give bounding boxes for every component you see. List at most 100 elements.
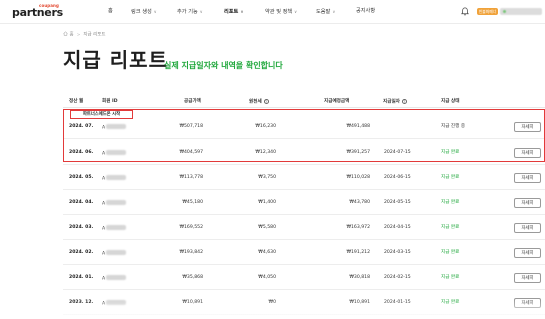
table-header: 정산 월 회원 ID 공급가액 원천세? 지급예정금액 지급일자? 지급 상태 <box>63 98 545 108</box>
pay-date-cell: 2024-02-15 <box>384 275 411 280</box>
nav-terms-policy[interactable]: 약관 및 정책 ∨ <box>265 8 297 16</box>
member-id-blur <box>106 200 127 205</box>
highlight-box <box>63 109 545 162</box>
pay-amount-cell: ₩30,818 <box>349 275 370 280</box>
user-id-blurred[interactable] <box>500 8 542 15</box>
supply-cell: ₩193,842 <box>179 250 203 255</box>
status-cell: 지급 완료 <box>441 300 460 305</box>
header-withholding-tax: 원천세? <box>249 99 269 106</box>
header-member-id: 회원 ID <box>102 99 118 104</box>
withholding-tax-cell: ₩4,630 <box>258 250 276 255</box>
member-id-prefix: A <box>102 251 106 257</box>
table-row: 2024. 05. ₩113,778 ₩3,750 ₩110,028 2024-06-1… <box>63 165 545 190</box>
supply-cell: ₩10,891 <box>182 300 203 305</box>
member-id-prefix: A <box>102 226 106 232</box>
withholding-tax-cell: ₩4,050 <box>258 275 276 280</box>
status-cell: 지급 완료 <box>441 200 460 205</box>
nav-label: 약관 및 정책 <box>265 9 293 15</box>
breadcrumb-current: 지급 리포트 <box>83 32 106 38</box>
header-pay-amount: 지급예정금액 <box>324 99 350 104</box>
month-cell: 2024. 04. <box>69 200 94 205</box>
pay-date-cell: 2024-01-15 <box>384 300 411 305</box>
member-id-blur <box>106 300 127 305</box>
chevron-down-icon: ∨ <box>153 9 157 14</box>
pay-amount-cell: ₩43,780 <box>349 200 370 205</box>
info-icon[interactable]: ? <box>401 99 407 104</box>
chevron-down-icon: ∨ <box>199 9 203 14</box>
page-subtitle: 실제 지급일자와 내역을 확인합니다 <box>164 61 283 70</box>
table-row: 2024. 03. ₩169,552 ₩5,580 ₩163,972 2024-04-1… <box>63 215 545 240</box>
chevron-down-icon: ∨ <box>294 9 298 14</box>
top-navigation: coupang partners 홈 링크 생성 ∨ 추가 기능 ∨ 리포트 ∨ 약관… <box>0 0 545 24</box>
pay-date-cell: 2024-05-15 <box>384 200 411 205</box>
nav-label: 리포트 <box>224 9 239 15</box>
member-id-prefix: A <box>102 276 106 282</box>
chevron-down-icon: ∨ <box>332 9 336 14</box>
member-id-blur <box>106 175 127 180</box>
detail-button[interactable]: 자세히 <box>514 173 541 183</box>
detail-button[interactable]: 자세히 <box>514 298 541 308</box>
logo-text: partners <box>12 6 63 19</box>
bell-icon[interactable] <box>461 7 469 16</box>
withholding-tax-cell: ₩1,400 <box>258 200 276 205</box>
info-icon[interactable]: ? <box>263 99 269 104</box>
coupang-partners-logo[interactable]: coupang partners <box>12 3 64 21</box>
header-pay-date: 지급일자? <box>383 99 407 106</box>
pay-amount-cell: ₩163,972 <box>346 225 370 230</box>
nav-label: 도움말 <box>316 9 331 15</box>
member-id-prefix: A <box>102 201 106 207</box>
table-row: 2024. 02. ₩193,842 ₩4,630 ₩191,212 2024-03-1… <box>63 240 545 265</box>
table-row: 2024. 01. ₩35,868 ₩4,050 ₩30,818 2024-02-15 지… <box>63 265 545 290</box>
breadcrumb: 홈 > 지급 리포트 <box>63 31 106 39</box>
supply-cell: ₩35,868 <box>182 275 203 280</box>
supply-cell: ₩169,552 <box>179 225 203 230</box>
member-id-cell: A <box>102 175 127 183</box>
nav-label: 추가 기능 <box>177 9 198 15</box>
nav-extra-features[interactable]: 추가 기능 ∨ <box>177 8 203 16</box>
nav-label: 링크 생성 <box>131 9 152 15</box>
partners-addon-start-tag: 파트너스에드온 시작 <box>70 110 133 119</box>
nav-home[interactable]: 홈 <box>108 8 113 15</box>
month-cell: 2023. 12. <box>69 300 94 305</box>
pay-date-cell: 2024-04-15 <box>384 225 411 230</box>
member-id-blur <box>106 275 127 280</box>
nav-help[interactable]: 도움말 ∨ <box>316 8 335 16</box>
chevron-down-icon: ∨ <box>240 9 244 14</box>
nav-label: 홈 <box>108 8 113 14</box>
user-badge[interactable]: 빈불화폐너 <box>477 8 498 15</box>
withholding-tax-cell: ₩5,580 <box>258 225 276 230</box>
breadcrumb-home[interactable]: 홈 <box>69 33 73 38</box>
status-cell: 지급 완료 <box>441 175 460 180</box>
withholding-tax-cell: ₩0 <box>268 300 276 305</box>
header-status: 지급 상태 <box>441 99 460 104</box>
withholding-tax-cell: ₩3,750 <box>258 175 276 180</box>
member-id-cell: A <box>102 225 127 233</box>
detail-button[interactable]: 자세히 <box>514 273 541 283</box>
home-icon[interactable] <box>63 31 68 36</box>
member-id-blur <box>106 225 127 230</box>
nav-notice[interactable]: 공지사항 <box>356 8 375 15</box>
header-month: 정산 월 <box>69 99 84 104</box>
member-id-cell: A <box>102 200 127 208</box>
header-label: 원천세 <box>249 99 262 105</box>
month-cell: 2024. 05. <box>69 175 94 180</box>
page-title: 지급 리포트 <box>63 48 168 72</box>
member-id-blur <box>106 250 127 255</box>
nav-link-create[interactable]: 링크 생성 ∨ <box>131 8 157 16</box>
detail-button[interactable]: 자세히 <box>514 198 541 208</box>
member-id-cell: A <box>102 250 127 258</box>
member-id-prefix: A <box>102 176 106 182</box>
pay-amount-cell: ₩10,891 <box>349 300 370 305</box>
supply-cell: ₩45,180 <box>182 200 203 205</box>
detail-button[interactable]: 자세히 <box>514 223 541 233</box>
month-cell: 2024. 01. <box>69 275 94 280</box>
pay-date-cell: 2024-03-15 <box>384 250 411 255</box>
table-row: 2023. 12. ₩10,891 ₩0 ₩10,891 2024-01-15 지급 완료… <box>63 290 545 315</box>
nav-report[interactable]: 리포트 ∨ <box>224 8 244 16</box>
pay-amount-cell: ₩191,212 <box>346 250 370 255</box>
status-cell: 지급 완료 <box>441 275 460 280</box>
status-cell: 지급 완료 <box>441 225 460 230</box>
status-cell: 지급 완료 <box>441 250 460 255</box>
table-row: 2024. 04. ₩45,180 ₩1,400 ₩43,780 2024-05-15 지… <box>63 190 545 215</box>
detail-button[interactable]: 자세히 <box>514 248 541 258</box>
